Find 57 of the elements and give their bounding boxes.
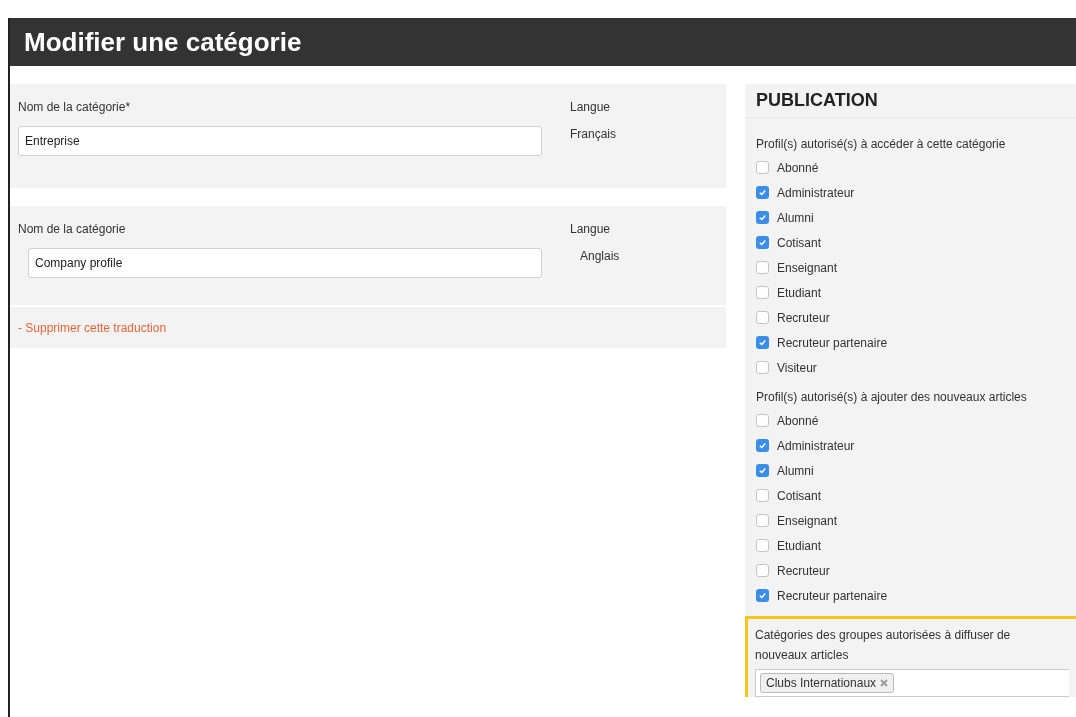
checkbox[interactable] [756, 336, 769, 349]
name-field[interactable]: Entreprise [18, 126, 542, 156]
option-label: Enseignant [777, 259, 838, 277]
checkbox[interactable] [756, 539, 769, 552]
option-label: Administrateur [777, 437, 855, 455]
option-label: Alumni [777, 209, 814, 227]
page-title: Modifier une catégorie [24, 29, 302, 55]
close-icon[interactable] [880, 679, 889, 687]
option-label: Recruteur [777, 562, 830, 580]
field-label: Nom de la catégorie [18, 221, 127, 238]
checkbox[interactable] [756, 161, 769, 174]
checkmark-icon [758, 591, 767, 600]
language-value: Français [570, 126, 616, 143]
option-label: Cotisant [777, 234, 822, 252]
option-label: Visiteur [777, 359, 817, 377]
checkbox[interactable] [756, 439, 769, 452]
checkbox[interactable] [756, 464, 769, 477]
checkbox[interactable] [756, 236, 769, 249]
option-label: Etudiant [777, 537, 822, 555]
name-field[interactable]: Company profile [28, 248, 542, 278]
checkbox[interactable] [756, 514, 769, 527]
checkbox[interactable] [756, 589, 769, 602]
checkmark-icon [758, 188, 767, 197]
checkmark-icon [758, 338, 767, 347]
field-label: Langue [570, 99, 612, 116]
option-label: Cotisant [777, 487, 822, 505]
option-label: Alumni [777, 462, 814, 480]
checkbox[interactable] [756, 186, 769, 199]
tags-field[interactable]: Clubs Internationaux [755, 669, 1069, 697]
option-label: Recruteur [777, 309, 830, 327]
checkmark-icon [758, 238, 767, 247]
option-label: Etudiant [777, 284, 822, 302]
checkmark-icon [758, 466, 767, 475]
checkmark-icon [758, 213, 767, 222]
checkbox[interactable] [756, 211, 769, 224]
checkbox[interactable] [756, 361, 769, 374]
section-title: PUBLICATION [756, 89, 878, 112]
field-label: Langue [570, 221, 612, 238]
option-label: Abonné [777, 159, 819, 177]
option-label: Abonné [777, 412, 819, 430]
option-label: Recruteur partenaire [777, 587, 888, 605]
group-label: Profil(s) autorisé(s) à ajouter des nouveaux articles [756, 389, 1028, 406]
language-value: Anglais [580, 248, 620, 265]
option-label: Recruteur partenaire [777, 334, 888, 352]
checkbox[interactable] [756, 286, 769, 299]
checkbox[interactable] [756, 261, 769, 274]
option-label: Administrateur [777, 184, 855, 202]
checkbox[interactable] [756, 564, 769, 577]
checkmark-icon [758, 441, 767, 450]
field-label: Catégories des groupes autorisées à diffuser de nouveaux articles [755, 627, 1012, 664]
checkbox[interactable] [756, 311, 769, 324]
checkbox[interactable] [756, 489, 769, 502]
field-label: Nom de la catégorie* [18, 99, 132, 116]
group-label: Profil(s) autorisé(s) à accéder à cette catégorie [756, 136, 1007, 153]
option-label: Enseignant [777, 512, 838, 530]
tag-label: Clubs Internationaux [766, 675, 877, 692]
checkbox[interactable] [756, 414, 769, 427]
